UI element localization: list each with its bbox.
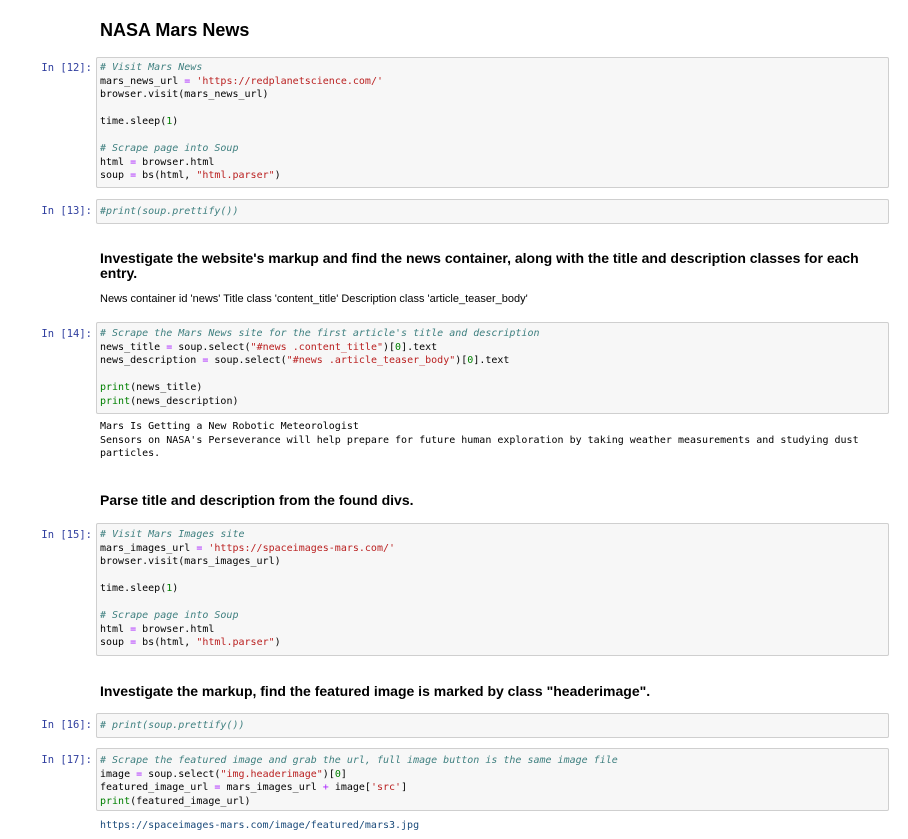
code-token: ].text bbox=[401, 341, 438, 353]
code-token: ) bbox=[172, 116, 179, 127]
code-editor[interactable]: # print(soup.prettify()) bbox=[100, 719, 245, 733]
code-token: 'https://spaceimages-mars.com/' bbox=[202, 542, 396, 554]
code-token: bs(html, bbox=[136, 637, 197, 648]
section-heading: Investigate the website's markup and fin… bbox=[100, 250, 859, 281]
code-token: 'https://redplanetscience.com/' bbox=[190, 75, 383, 87]
code-token: image[ bbox=[328, 782, 371, 793]
code-token: browser.html bbox=[136, 156, 215, 168]
code-editor[interactable]: # Scrape the featured image and grab the… bbox=[100, 754, 618, 808]
code-token: "html.parser" bbox=[196, 170, 275, 181]
code-token: (news_title) bbox=[130, 382, 203, 393]
code-token: "#news .content_title" bbox=[250, 341, 383, 353]
cell-output-url: https://spaceimages-mars.com/image/featu… bbox=[100, 820, 420, 831]
code-token: print bbox=[100, 382, 131, 393]
code-token: ) bbox=[274, 637, 281, 648]
code-token: )[ bbox=[322, 768, 335, 780]
code-token: "#news .article_teaser_body" bbox=[286, 355, 456, 366]
code-token: soup bbox=[100, 637, 131, 648]
code-token: time.sleep( bbox=[100, 583, 167, 594]
cell-prompt: In [15]: bbox=[41, 529, 92, 541]
cell-prompt: In [13]: bbox=[41, 205, 92, 217]
code-token: )[ bbox=[383, 341, 396, 353]
code-comment: # Scrape page into Soup bbox=[100, 610, 239, 621]
code-token: soup.select( bbox=[172, 341, 251, 353]
markdown-text: News container id 'news' Title class 'co… bbox=[100, 293, 528, 305]
code-editor[interactable]: # Visit Mars Images site mars_images_url… bbox=[100, 528, 395, 650]
code-token: featured_image_url bbox=[100, 782, 215, 793]
code-comment: # print(soup.prettify()) bbox=[100, 720, 245, 731]
cell-output: Mars Is Getting a New Robotic Meteorolog… bbox=[100, 421, 859, 459]
code-comment: # Scrape page into Soup bbox=[100, 143, 239, 154]
code-token: "img.headerimage" bbox=[220, 768, 323, 780]
code-editor[interactable]: # Visit Mars News mars_news_url = 'https… bbox=[100, 61, 383, 183]
code-token: mars_news_url bbox=[100, 75, 185, 87]
cell-prompt: In [17]: bbox=[41, 754, 92, 766]
cell-prompt: In [16]: bbox=[41, 719, 92, 731]
code-comment: # Visit Mars News bbox=[100, 62, 203, 73]
code-token: print bbox=[100, 395, 131, 407]
code-token: ] bbox=[340, 768, 347, 780]
code-comment: # Scrape the featured image and grab the… bbox=[100, 755, 618, 766]
code-token: mars_images_url bbox=[220, 782, 323, 793]
code-token: soup.select( bbox=[208, 355, 287, 366]
code-token: browser.visit(mars_images_url) bbox=[100, 556, 281, 567]
section-heading: Investigate the markup, find the feature… bbox=[100, 683, 651, 699]
code-token: soup.select( bbox=[142, 768, 221, 780]
code-token: 'src' bbox=[370, 782, 402, 793]
code-editor[interactable]: #print(soup.prettify()) bbox=[100, 205, 238, 219]
code-token: "html.parser" bbox=[196, 637, 275, 648]
code-token: ) bbox=[172, 583, 179, 594]
code-token: html bbox=[100, 623, 131, 635]
code-token: news_title bbox=[100, 341, 167, 353]
code-token: (news_description) bbox=[130, 395, 239, 407]
notebook-title: NASA Mars News bbox=[100, 20, 250, 40]
code-token: )[ bbox=[455, 355, 468, 366]
code-token: browser.html bbox=[136, 623, 215, 635]
code-token: print bbox=[100, 795, 131, 807]
section-heading: Parse title and description from the fou… bbox=[100, 492, 414, 508]
code-token: bs(html, bbox=[136, 170, 197, 181]
code-token: news_description bbox=[100, 355, 203, 366]
code-token: ] bbox=[401, 782, 408, 793]
code-token: image bbox=[100, 768, 137, 780]
code-comment: # Scrape the Mars News site for the firs… bbox=[100, 328, 540, 339]
cell-prompt: In [14]: bbox=[41, 328, 92, 340]
code-comment: # Visit Mars Images site bbox=[100, 529, 245, 540]
code-comment: #print(soup.prettify()) bbox=[100, 206, 239, 217]
code-token: time.sleep( bbox=[100, 116, 167, 127]
code-token: ) bbox=[274, 170, 281, 181]
code-token: html bbox=[100, 156, 131, 168]
code-editor[interactable]: # Scrape the Mars News site for the firs… bbox=[100, 327, 540, 408]
code-token: browser.visit(mars_news_url) bbox=[100, 89, 269, 100]
code-token: soup bbox=[100, 170, 131, 181]
code-token: (featured_image_url) bbox=[130, 795, 251, 807]
code-token: mars_images_url bbox=[100, 542, 197, 554]
code-token: ].text bbox=[473, 355, 510, 366]
cell-prompt: In [12]: bbox=[41, 62, 92, 74]
